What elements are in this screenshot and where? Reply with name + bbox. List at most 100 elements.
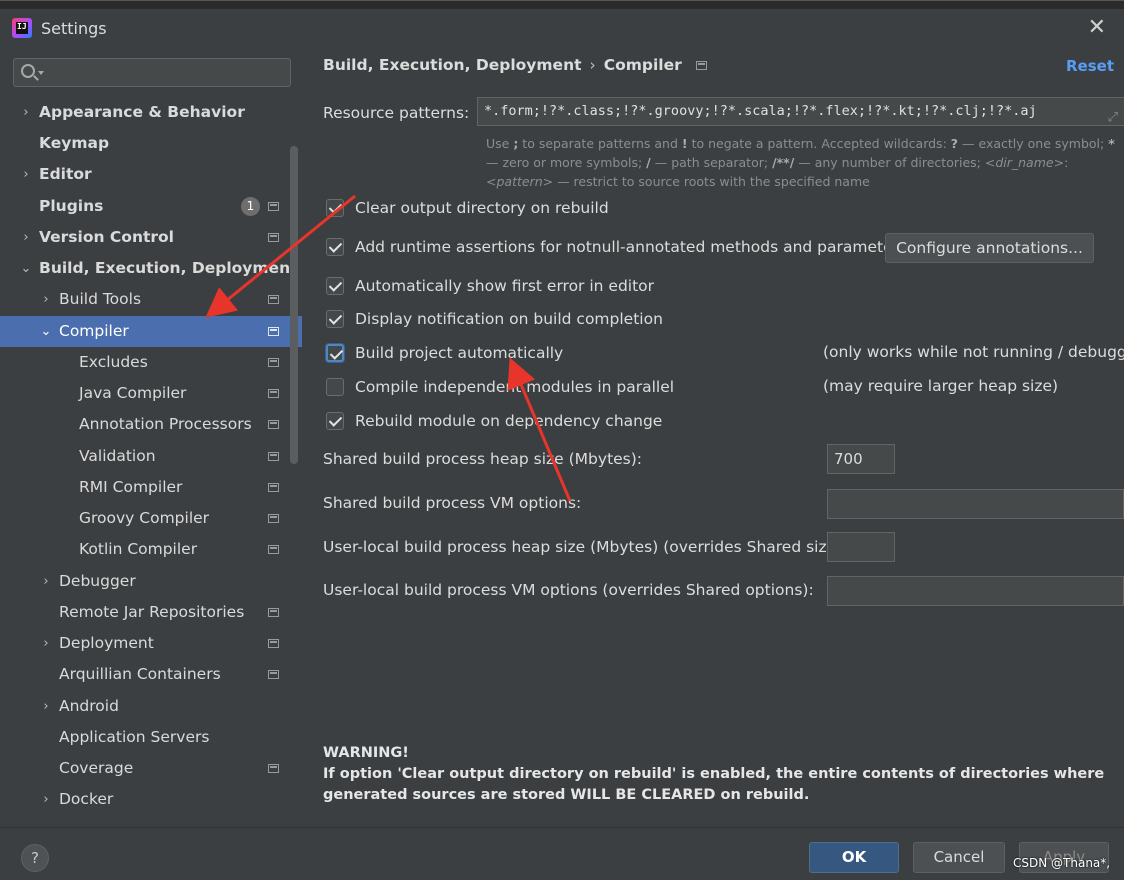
search-icon — [21, 64, 35, 78]
resource-patterns-input[interactable]: *.form;!?*.class;!?*.groovy;!?*.scala;!?… — [477, 97, 1124, 126]
chevron-down-icon[interactable]: ⌄ — [39, 316, 53, 347]
user-heap-input[interactable] — [827, 532, 895, 562]
tree-item-label: Version Control — [39, 228, 174, 246]
project-level-icon — [695, 61, 707, 70]
tree-item-label: Java Compiler — [79, 384, 187, 402]
shared-heap-label: Shared build process heap size (Mbytes): — [323, 450, 643, 468]
tree-item-rmi-compiler[interactable]: RMI Compiler — [0, 472, 302, 503]
tree-item-label: Docker — [59, 790, 114, 808]
tree-item-debugger[interactable]: › Debugger — [0, 566, 302, 597]
tree-item-coverage[interactable]: Coverage — [0, 753, 302, 784]
tree-item-kotlin-compiler[interactable]: Kotlin Compiler — [0, 534, 302, 565]
user-vm-input[interactable] — [827, 576, 1124, 606]
breadcrumb-parent[interactable]: Build, Execution, Deployment — [323, 56, 582, 74]
chevron-right-icon[interactable]: › — [39, 784, 53, 815]
chevron-right-icon[interactable]: › — [39, 628, 53, 659]
expand-icon[interactable]: ⤢ — [1108, 104, 1118, 125]
settings-content: Build, Execution, Deployment › Compiler Re… — [303, 49, 1124, 827]
search-input[interactable] — [13, 58, 291, 87]
background-app-strip — [0, 1, 1124, 9]
tree-item-label: Annotation Processors — [79, 415, 252, 433]
chevron-right-icon[interactable]: › — [39, 691, 53, 722]
chevron-right-icon[interactable]: › — [39, 566, 53, 597]
tree-item-label: Validation — [79, 447, 156, 465]
checkbox[interactable] — [326, 199, 344, 217]
checkbox[interactable] — [326, 238, 344, 256]
search-history-dropdown-icon[interactable] — [38, 71, 44, 75]
shared-vm-input[interactable] — [827, 489, 1124, 519]
project-level-icon — [268, 670, 279, 679]
close-icon[interactable]: ✕ — [1088, 15, 1106, 40]
project-level-icon — [268, 202, 279, 211]
reset-link[interactable]: Reset — [1066, 57, 1114, 75]
chevron-right-icon[interactable]: › — [39, 284, 53, 315]
tree-item-label: Groovy Compiler — [79, 509, 210, 527]
checkbox[interactable] — [326, 344, 344, 362]
checkbox[interactable] — [326, 310, 344, 328]
tree-item-keymap[interactable]: Keymap — [0, 128, 302, 159]
project-level-icon — [268, 295, 279, 304]
checkbox[interactable] — [326, 378, 344, 396]
tree-item-label: Deployment — [59, 634, 154, 652]
tree-item-label: Remote Jar Repositories — [59, 603, 245, 621]
tree-item-label: Application Servers — [59, 728, 210, 746]
dialog-footer: ? OK Cancel Apply CSDN @Thana*, — [0, 827, 1124, 880]
checkbox[interactable] — [326, 277, 344, 295]
tree-item-label: Editor — [39, 165, 92, 183]
breadcrumb-separator: › — [589, 56, 596, 74]
project-level-icon — [268, 639, 279, 648]
checkbox-label: Clear output directory on rebuild — [355, 199, 609, 217]
tree-item-docker[interactable]: › Docker — [0, 784, 302, 815]
tree-item-groovy-compiler[interactable]: Groovy Compiler — [0, 503, 302, 534]
warning-text: WARNING! If option 'Clear output directo… — [323, 743, 1123, 806]
chevron-right-icon[interactable]: › — [19, 159, 33, 190]
configure-annotations-button[interactable]: Configure annotations... — [885, 233, 1094, 263]
build-automatically-note: (only works while not running / debuggin… — [823, 343, 1124, 361]
plugin-update-badge: 1 — [241, 197, 260, 216]
chevron-down-icon[interactable]: ⌄ — [19, 253, 33, 284]
sidebar-scrollbar[interactable] — [290, 146, 298, 464]
tree-item-plugins[interactable]: Plugins 1 — [0, 191, 302, 222]
tree-item-appearance-behavior[interactable]: › Appearance & Behavior — [0, 97, 302, 128]
tree-item-label: Kotlin Compiler — [79, 540, 198, 558]
checkbox[interactable] — [326, 412, 344, 430]
ok-button[interactable]: OK — [809, 842, 899, 873]
shared-heap-input[interactable]: 700 — [827, 444, 895, 474]
checkbox-label: Build project automatically — [355, 344, 564, 362]
tree-item-remote-jar-repositories[interactable]: Remote Jar Repositories — [0, 597, 302, 628]
checkbox-label: Add runtime assertions for notnull-annot… — [355, 238, 908, 256]
tree-item-java-compiler[interactable]: Java Compiler — [0, 378, 302, 409]
tree-item-android[interactable]: › Android — [0, 691, 302, 722]
tree-item-deployment[interactable]: › Deployment — [0, 628, 302, 659]
tree-item-application-servers[interactable]: Application Servers — [0, 722, 302, 753]
resource-patterns-hint: Use ; to separate patterns and ! to nega… — [486, 136, 1115, 189]
checkbox-label: Rebuild module on dependency change — [355, 412, 663, 430]
tree-item-label: Coverage — [59, 759, 134, 777]
tree-item-arquillian-containers[interactable]: Arquillian Containers — [0, 659, 302, 690]
tree-item-annotation-processors[interactable]: Annotation Processors — [0, 409, 302, 440]
tree-item-version-control[interactable]: › Version Control — [0, 222, 302, 253]
cancel-button[interactable]: Cancel — [913, 842, 1005, 873]
tree-item-label: Android — [59, 697, 119, 715]
warning-title: WARNING! — [323, 745, 409, 761]
checkbox-label: Compile independent modules in parallel — [355, 378, 675, 396]
window-title: Settings — [41, 19, 107, 38]
chevron-right-icon[interactable]: › — [19, 97, 33, 128]
tree-item-compiler[interactable]: ⌄ Compiler — [0, 316, 302, 347]
tree-item-build-execution-deployment[interactable]: ⌄ Build, Execution, Deployment — [0, 253, 302, 284]
watermark: CSDN @Thana*, — [1013, 856, 1111, 870]
help-button[interactable]: ? — [21, 844, 49, 872]
resource-patterns-value: *.form;!?*.class;!?*.groovy;!?*.scala;!?… — [484, 103, 1037, 119]
project-level-icon — [268, 608, 279, 617]
tree-item-validation[interactable]: Validation — [0, 441, 302, 472]
tree-item-label: Excludes — [79, 353, 148, 371]
project-level-icon — [268, 233, 279, 242]
tree-item-excludes[interactable]: Excludes — [0, 347, 302, 378]
chevron-right-icon[interactable]: › — [19, 222, 33, 253]
title-bar: IJ Settings ✕ — [0, 9, 1124, 49]
tree-item-editor[interactable]: › Editor — [0, 159, 302, 190]
tree-item-build-tools[interactable]: › Build Tools — [0, 284, 302, 315]
project-level-icon — [268, 358, 279, 367]
parallel-note: (may require larger heap size) — [823, 377, 1059, 395]
tree-item-label: Compiler — [59, 322, 129, 340]
